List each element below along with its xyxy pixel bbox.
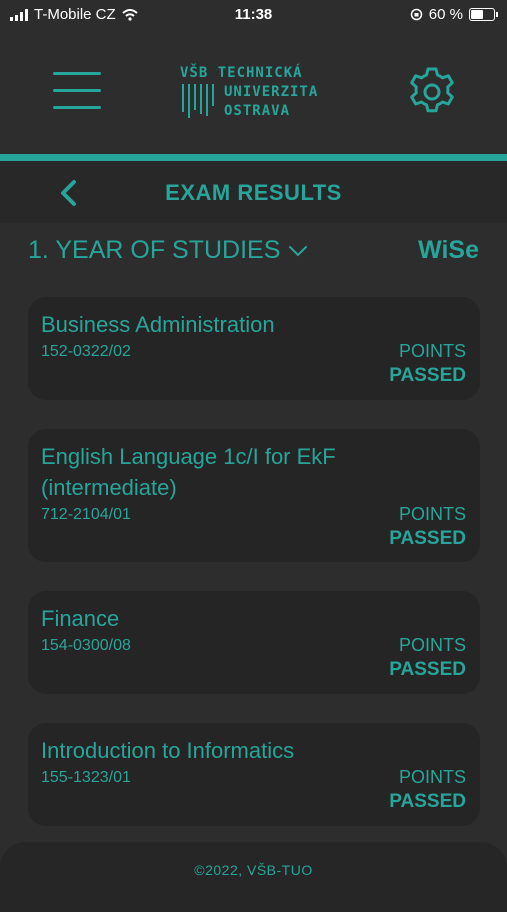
course-card[interactable]: Introduction to Informatics 155-1323/01 … xyxy=(28,723,480,826)
course-code: 712-2104/01 xyxy=(41,506,131,523)
course-name: English Language 1c/I for EkF xyxy=(41,444,336,469)
course-name: Business Administration xyxy=(41,312,275,337)
hamburger-menu-button[interactable] xyxy=(53,72,101,110)
year-dropdown[interactable]: 1. YEAR OF STUDIES xyxy=(28,236,308,265)
year-label: 1. YEAR OF STUDIES xyxy=(28,236,281,264)
course-card[interactable]: English Language 1c/I for EkF (intermedi… xyxy=(28,429,480,562)
logo-line-1: VŠB TECHNICKÁ xyxy=(180,65,303,81)
footer: ©2022, VŠB-TUO xyxy=(0,842,507,912)
course-name: Introduction to Informatics xyxy=(41,738,295,763)
course-points: POINTS xyxy=(398,504,466,524)
course-points: POINTS xyxy=(398,767,466,787)
course-points: POINTS xyxy=(398,635,466,655)
course-status: PASSED xyxy=(389,528,466,549)
course-card[interactable]: Business Administration 152-0322/02 POIN… xyxy=(28,297,480,400)
logo-bars-icon xyxy=(182,84,214,118)
accent-divider xyxy=(0,154,507,161)
orientation-lock-icon xyxy=(410,8,423,21)
gear-icon[interactable] xyxy=(406,66,458,118)
course-code: 152-0322/02 xyxy=(41,343,131,360)
logo-line-2: UNIVERZITA xyxy=(224,84,319,100)
vsb-logo: VŠB TECHNICKÁ UNIVERZITA OSTRAVA xyxy=(180,62,340,122)
battery-icon xyxy=(469,8,498,21)
course-code: 155-1323/01 xyxy=(41,769,131,786)
app-header: VŠB TECHNICKÁ UNIVERZITA OSTRAVA xyxy=(0,30,507,154)
chevron-down-icon xyxy=(289,245,308,256)
filter-row: 1. YEAR OF STUDIES WiSe xyxy=(0,236,507,272)
page-title: EXAM RESULTS xyxy=(165,180,342,205)
course-name-continued: (intermediate) xyxy=(41,475,177,500)
course-points: POINTS xyxy=(398,341,466,361)
course-code: 154-0300/08 xyxy=(41,637,131,654)
course-status: PASSED xyxy=(389,659,466,680)
copyright-text: ©2022, VŠB-TUO xyxy=(194,862,313,878)
course-status: PASSED xyxy=(389,791,466,812)
course-name: Finance xyxy=(41,606,120,631)
semester-toggle[interactable]: WiSe xyxy=(418,236,479,265)
course-card[interactable]: Finance 154-0300/08 POINTS PASSED xyxy=(28,591,480,694)
course-status: PASSED xyxy=(389,365,466,386)
logo-line-3: OSTRAVA xyxy=(224,103,291,119)
title-bar: EXAM RESULTS xyxy=(0,161,507,223)
status-bar: T-Mobile CZ 11:38 60 % xyxy=(0,0,507,30)
battery-percent: 60 % xyxy=(428,6,463,23)
